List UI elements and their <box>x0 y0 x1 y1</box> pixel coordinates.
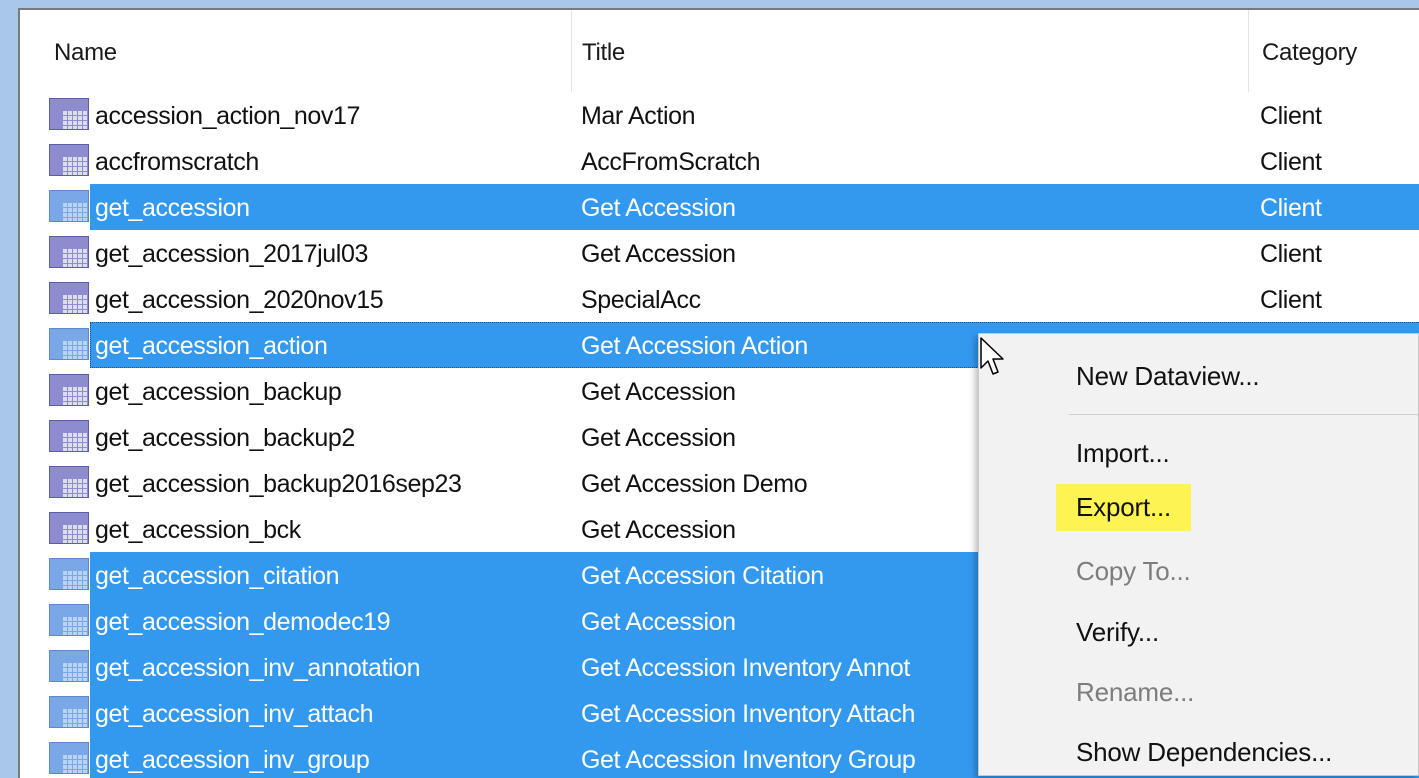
row-name: get_accession_citation <box>95 562 340 590</box>
menu-item-rename: Rename... <box>1076 677 1195 707</box>
menu-separator <box>1069 414 1418 415</box>
row-name: get_accession_2017jul03 <box>95 240 368 268</box>
row-category: Client <box>1260 102 1322 130</box>
table-icon <box>49 466 89 498</box>
row-category: Client <box>1260 148 1322 176</box>
table-icon <box>49 282 89 314</box>
menu-item-copy-to: Copy To... <box>1076 556 1191 586</box>
row-name: get_accession_bck <box>95 516 301 544</box>
table-icon <box>49 236 89 268</box>
row-name: get_accession_inv_group <box>95 746 370 774</box>
list-item[interactable]: get_accession Get Accession Client <box>20 184 1419 230</box>
menu-item-show-dependencies[interactable]: Show Dependencies... <box>1076 737 1332 768</box>
table-icon <box>49 98 89 130</box>
row-name: get_accession_demodec19 <box>95 608 391 636</box>
row-name: get_accession_backup2 <box>95 424 355 452</box>
table-icon <box>49 374 89 406</box>
row-title: Get Accession <box>581 240 736 268</box>
menu-item-verify[interactable]: Verify... <box>1076 617 1159 648</box>
row-title: Get Accession Demo <box>581 470 808 498</box>
menu-item-import[interactable]: Import... <box>1076 438 1170 469</box>
row-title: Get Accession Inventory Group <box>581 746 916 774</box>
row-title: AccFromScratch <box>581 148 761 176</box>
table-icon <box>49 190 89 222</box>
row-title: Mar Action <box>581 102 696 130</box>
context-menu: New Dataview... Import... Export... Copy… <box>978 333 1419 776</box>
column-divider[interactable] <box>1248 10 1249 92</box>
table-icon <box>49 696 89 728</box>
row-category: Client <box>1260 240 1322 268</box>
column-header-category[interactable]: Category <box>1262 10 1357 92</box>
mouse-pointer-icon <box>980 337 1004 375</box>
row-name: get_accession <box>95 194 250 222</box>
row-name: accfromscratch <box>95 148 259 176</box>
list-item[interactable]: accfromscratch AccFromScratch Client <box>20 138 1419 184</box>
column-header-name[interactable]: Name <box>54 10 117 92</box>
row-title: Get Accession Action <box>581 332 808 360</box>
menu-item-new-dataview[interactable]: New Dataview... <box>1076 361 1260 392</box>
table-icon <box>49 558 89 590</box>
table-icon <box>49 650 89 682</box>
row-name: get_accession_action <box>95 332 328 360</box>
row-title: Get Accession Citation <box>581 562 824 590</box>
row-category: Client <box>1260 194 1322 222</box>
row-category: Client <box>1260 286 1322 314</box>
row-name: get_accession_inv_attach <box>95 700 374 728</box>
table-icon <box>49 420 89 452</box>
row-name: get_accession_backup <box>95 378 342 406</box>
row-title: Get Accession Inventory Annot <box>581 654 910 682</box>
list-header: Name Title Category <box>20 10 1419 92</box>
list-item[interactable]: get_accession_2020nov15 SpecialAcc Client <box>20 276 1419 322</box>
table-icon <box>49 328 89 360</box>
row-title: Get Accession <box>581 608 736 636</box>
row-name: get_accession_backup2016sep23 <box>95 470 462 498</box>
table-icon <box>49 604 89 636</box>
row-title: Get Accession <box>581 424 736 452</box>
list-item[interactable]: accession_action_nov17 Mar Action Client <box>20 92 1419 138</box>
table-icon <box>49 512 89 544</box>
menu-item-export[interactable]: Export... <box>1056 484 1192 531</box>
row-title: Get Accession <box>581 194 736 222</box>
column-divider[interactable] <box>571 10 572 92</box>
list-item[interactable]: get_accession_2017jul03 Get Accession Clie… <box>20 230 1419 276</box>
table-icon <box>49 144 89 176</box>
row-title: Get Accession <box>581 516 736 544</box>
row-title: SpecialAcc <box>581 286 701 314</box>
row-name: get_accession_2020nov15 <box>95 286 384 314</box>
column-header-title[interactable]: Title <box>582 10 625 92</box>
table-icon <box>49 742 89 774</box>
row-name: accession_action_nov17 <box>95 102 361 130</box>
row-title: Get Accession <box>581 378 736 406</box>
row-name: get_accession_inv_annotation <box>95 654 421 682</box>
row-title: Get Accession Inventory Attach <box>581 700 916 728</box>
